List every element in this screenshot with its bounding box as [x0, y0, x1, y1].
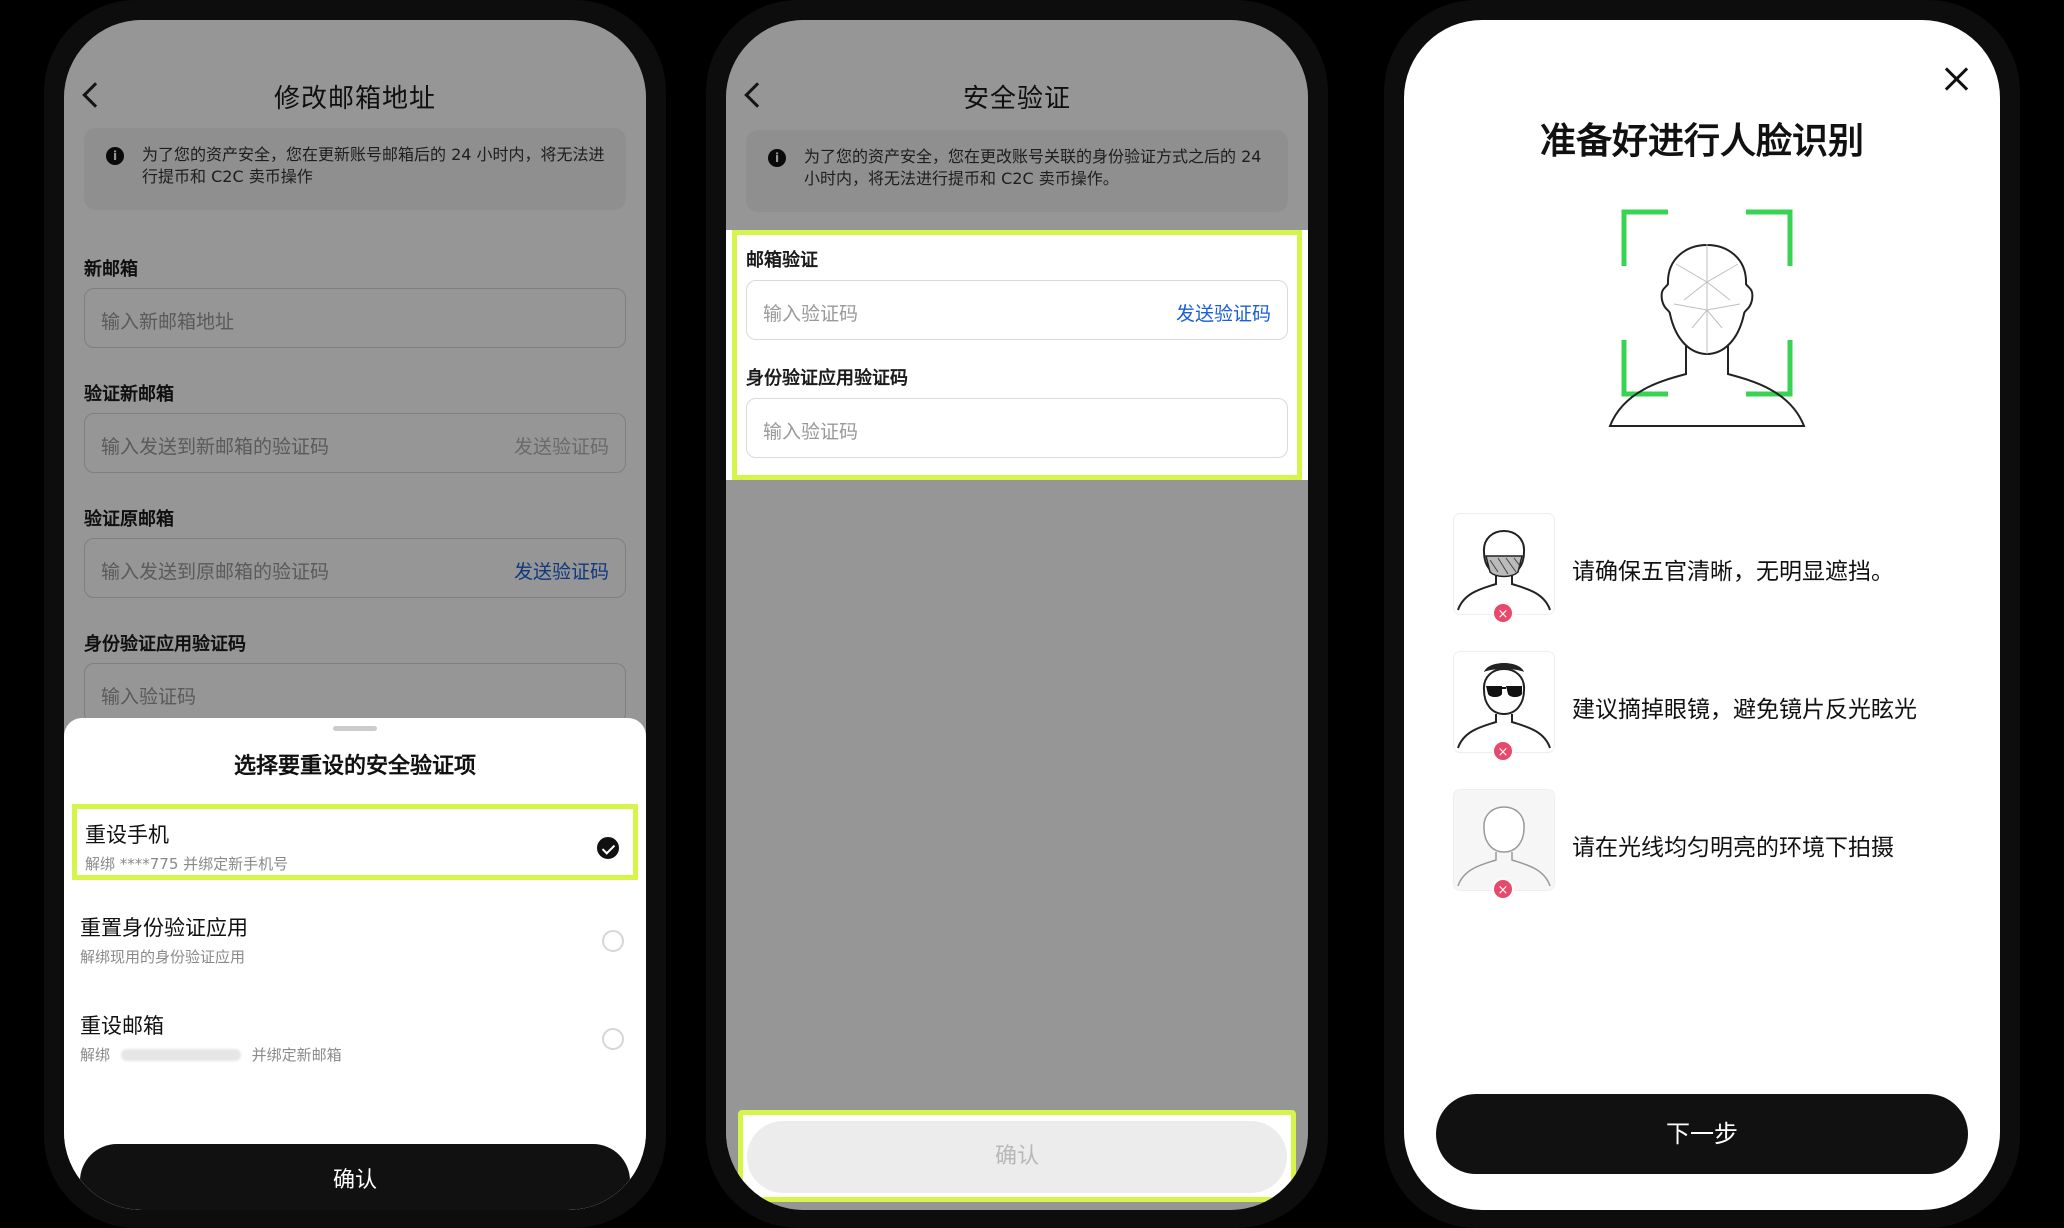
info-icon: i: [768, 149, 786, 167]
phone-screen-3: 准备好进行人脸识别 × 请确保五官清晰，无明显遮挡。 × 建议摘掉眼镜，避免镜片…: [1404, 20, 2000, 1210]
error-badge-icon: ×: [1492, 878, 1514, 900]
option-subtitle-prefix: 解绑: [80, 1046, 111, 1064]
page-title: 准备好进行人脸识别: [1539, 121, 1864, 162]
option-title: 重设邮箱: [80, 1014, 164, 1038]
verify-old-email-label: 验证原邮箱: [84, 509, 174, 530]
phone-frame-2: 安全验证 i 为了您的资产安全，您在更改账号关联的身份验证方式之后的 24 小时…: [706, 0, 1328, 1228]
confirm-button[interactable]: 确认: [80, 1144, 630, 1210]
sheet-handle[interactable]: [333, 726, 377, 731]
new-email-placeholder: 输入新邮箱地址: [101, 311, 235, 333]
error-badge-icon: ×: [1492, 740, 1514, 762]
page-title: 修改邮箱地址: [273, 84, 436, 114]
option-subtitle-suffix: 并绑定新邮箱: [251, 1046, 342, 1064]
option-subtitle: 解绑现用的身份验证应用: [80, 948, 246, 966]
phone-frame-3: 准备好进行人脸识别 × 请确保五官清晰，无明显遮挡。 × 建议摘掉眼镜，避免镜片…: [1384, 0, 2020, 1228]
verify-new-email-field[interactable]: 输入发送到新邮箱的验证码 发送验证码: [84, 413, 626, 473]
auth-app-label: 身份验证应用验证码: [84, 634, 246, 655]
close-icon[interactable]: [1944, 66, 1970, 92]
phone-frame-1: 修改邮箱地址 i 为了您的资产安全，您在更新账号邮箱后的 24 小时内，将无法进…: [44, 0, 666, 1228]
verify-new-email-placeholder: 输入发送到新邮箱的验证码: [101, 436, 330, 458]
option-subtitle: 解绑 ****775 并绑定新手机号: [85, 855, 289, 873]
page-title: 安全验证: [962, 84, 1071, 114]
tip-text: 请确保五官清晰，无明显遮挡。: [1572, 559, 1894, 585]
tip-lighting: × 请在光线均匀明亮的环境下拍摄: [1454, 790, 1970, 900]
next-button[interactable]: 下一步: [1436, 1094, 1968, 1174]
option-reset-email[interactable]: 重设邮箱 解绑 并绑定新邮箱: [72, 1000, 638, 1076]
face-scan-icon: [1608, 209, 1806, 427]
face-mask-icon: [1454, 514, 1554, 614]
send-code-button-old[interactable]: 发送验证码: [514, 557, 609, 584]
option-title: 重置身份验证应用: [80, 916, 248, 940]
option-reset-phone[interactable]: 重设手机 解绑 ****775 并绑定新手机号: [72, 804, 638, 880]
notice-text: 为了您的资产安全，您在更新账号邮箱后的 24 小时内，将无法进行提币和 C2C …: [142, 145, 605, 186]
auth-app-code-field[interactable]: 输入验证码: [84, 663, 626, 723]
verify-old-email-placeholder: 输入发送到原邮箱的验证码: [101, 561, 330, 583]
confirm-button[interactable]: 确认: [747, 1121, 1287, 1193]
verify-new-email-label: 验证新邮箱: [84, 384, 174, 405]
tip-clear-features: × 请确保五官清晰，无明显遮挡。: [1454, 514, 1970, 624]
sheet-title: 选择要重设的安全验证项: [233, 754, 476, 779]
auth-app-placeholder: 输入验证码: [101, 686, 197, 708]
send-code-button-new[interactable]: 发送验证码: [514, 432, 609, 459]
phone-screen-2: 安全验证 i 为了您的资产安全，您在更改账号关联的身份验证方式之后的 24 小时…: [726, 20, 1308, 1210]
error-badge-icon: ×: [1492, 602, 1514, 624]
tip-text: 请在光线均匀明亮的环境下拍摄: [1572, 835, 1894, 861]
radio-checked-icon[interactable]: [597, 837, 619, 859]
option-reset-auth-app[interactable]: 重置身份验证应用 解绑现用的身份验证应用: [72, 902, 638, 978]
confirm-highlight: 确认: [738, 1110, 1296, 1202]
notice-banner: i 为了您的资产安全，您在更改账号关联的身份验证方式之后的 24 小时内，将无法…: [746, 130, 1288, 212]
new-email-label: 新邮箱: [84, 259, 138, 280]
option-title: 重设手机: [85, 823, 169, 847]
face-sunglasses-icon: [1454, 652, 1554, 752]
tip-remove-glasses: × 建议摘掉眼镜，避免镜片反光眩光: [1454, 652, 1970, 762]
verify-old-email-field[interactable]: 输入发送到原邮箱的验证码 发送验证码: [84, 538, 626, 598]
radio-unchecked-icon[interactable]: [602, 930, 624, 952]
tip-text: 建议摘掉眼镜，避免镜片反光眩光: [1572, 697, 1917, 723]
radio-unchecked-icon[interactable]: [602, 1028, 624, 1050]
option-subtitle: 解绑 并绑定新邮箱: [80, 1044, 342, 1065]
notice-text: 为了您的资产安全，您在更改账号关联的身份验证方式之后的 24 小时内，将无法进行…: [804, 147, 1262, 188]
new-email-field[interactable]: 输入新邮箱地址: [84, 288, 626, 348]
info-icon: i: [106, 147, 124, 165]
bottom-sheet: 选择要重设的安全验证项 重设手机 解绑 ****775 并绑定新手机号 重置身份…: [64, 718, 646, 1210]
phone-screen-1: 修改邮箱地址 i 为了您的资产安全，您在更新账号邮箱后的 24 小时内，将无法进…: [64, 20, 646, 1210]
notice-banner: i 为了您的资产安全，您在更新账号邮箱后的 24 小时内，将无法进行提币和 C2…: [84, 128, 626, 210]
verification-highlight: [732, 230, 1302, 480]
face-outline-icon: [1454, 790, 1554, 890]
redacted-email: [120, 1049, 241, 1061]
